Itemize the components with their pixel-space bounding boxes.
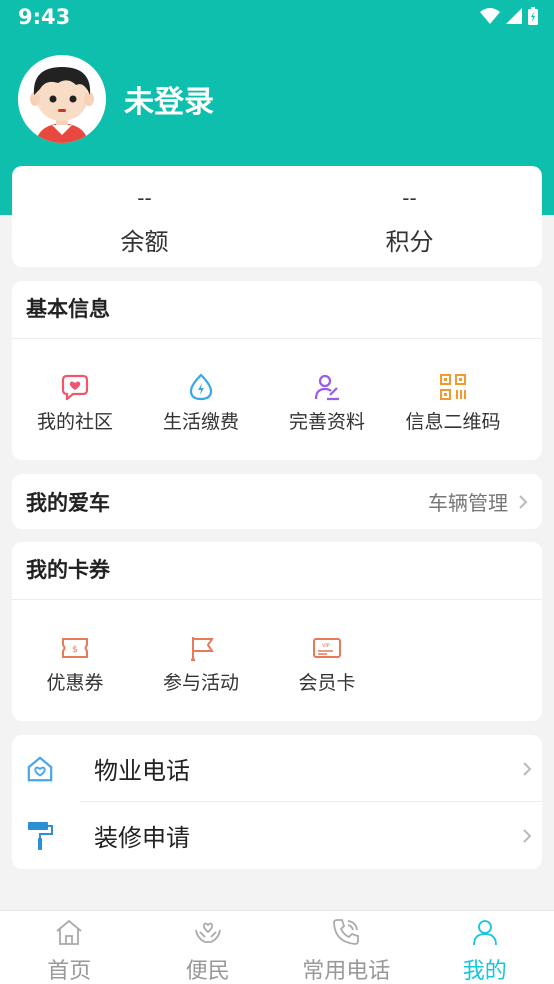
coupons-grid: $ 优惠券 参与活动 VIP 会员卡 — [12, 600, 542, 695]
tab-home[interactable]: 首页 — [0, 911, 139, 984]
coupon-icon: $ — [62, 638, 88, 658]
profile-header[interactable]: 未登录 — [18, 55, 214, 143]
heart-chat-icon — [61, 374, 89, 400]
status-time: 9:43 — [18, 5, 71, 29]
join-activity-label: 参与活动 — [162, 672, 239, 694]
chevron-right-icon — [523, 761, 532, 776]
tab-common-phones-label: 常用电话 — [302, 959, 391, 984]
info-qrcode-label: 信息二维码 — [405, 411, 501, 433]
my-coupons-card: 我的卡券 $ 优惠券 参与活动 VIP 会员卡 — [12, 542, 542, 721]
tab-convenience[interactable]: 便民 — [139, 911, 278, 984]
coupon-item[interactable]: $ 优惠券 — [12, 600, 138, 695]
basic-info-grid: 我的社区 生活缴费 完善资料 信息二维码 — [12, 339, 542, 434]
property-phone-label: 物业电话 — [94, 757, 190, 785]
balance-label: 余额 — [120, 228, 169, 256]
coupon-label: 优惠券 — [46, 672, 104, 694]
my-coupons-title: 我的卡券 — [26, 558, 110, 582]
complete-profile-item[interactable]: 完善资料 — [264, 339, 390, 434]
life-payment-label: 生活缴费 — [162, 411, 239, 433]
my-community-label: 我的社区 — [36, 411, 113, 433]
chevron-right-icon — [523, 828, 532, 843]
balance-item[interactable]: -- 余额 — [12, 166, 277, 267]
points-label: 积分 — [385, 228, 434, 256]
flag-icon — [191, 637, 214, 661]
basic-info-title: 基本信息 — [26, 297, 110, 321]
tab-common-phones[interactable]: 常用电话 — [277, 911, 416, 984]
battery-icon — [528, 7, 538, 25]
status-bar: 9:43 — [0, 0, 554, 34]
points-value: -- — [402, 186, 417, 210]
water-bolt-icon — [189, 373, 213, 401]
bottom-tab-bar: 首页 便民 常用电话 我的 — [0, 910, 554, 984]
signal-icon — [506, 8, 522, 24]
my-car-title: 我的爱车 — [26, 490, 110, 515]
phone-icon — [333, 919, 360, 945]
avatar[interactable] — [18, 55, 106, 143]
renovation-application-row[interactable]: 装修申请 — [12, 802, 542, 869]
tab-mine-label: 我的 — [462, 959, 507, 984]
basic-info-card: 基本信息 我的社区 生活缴费 完善资料 信息二维码 — [12, 281, 542, 460]
home-icon — [56, 919, 82, 945]
status-icons — [480, 7, 538, 25]
info-qrcode-item[interactable]: 信息二维码 — [390, 339, 516, 434]
hands-heart-icon — [194, 922, 221, 943]
points-item[interactable]: -- 积分 — [277, 166, 542, 267]
svg-text:$: $ — [72, 645, 78, 655]
user-edit-icon — [314, 374, 339, 401]
tab-mine[interactable]: 我的 — [416, 911, 554, 984]
vehicle-management-label: 车辆管理 — [428, 491, 508, 515]
wifi-icon — [480, 8, 500, 24]
property-phone-row[interactable]: 物业电话 — [12, 735, 542, 802]
join-activity-item[interactable]: 参与活动 — [138, 600, 264, 695]
chevron-right-icon — [519, 494, 528, 509]
member-card-item[interactable]: VIP 会员卡 — [264, 600, 390, 695]
my-community-item[interactable]: 我的社区 — [12, 339, 138, 434]
house-heart-icon — [27, 755, 53, 781]
tab-convenience-label: 便民 — [185, 959, 230, 984]
vip-card-icon: VIP — [313, 638, 341, 658]
tab-home-label: 首页 — [47, 959, 92, 984]
vehicle-management-link[interactable]: 车辆管理 — [428, 487, 528, 516]
user-icon — [472, 920, 497, 946]
life-payment-item[interactable]: 生活缴费 — [138, 339, 264, 434]
paint-roller-icon — [28, 821, 53, 850]
complete-profile-label: 完善资料 — [288, 411, 365, 433]
my-car-row[interactable]: 我的爱车 车辆管理 — [12, 474, 542, 529]
member-card-label: 会员卡 — [298, 672, 356, 694]
renovation-application-label: 装修申请 — [94, 824, 190, 852]
svg-text:VIP: VIP — [322, 643, 330, 649]
balance-value: -- — [137, 186, 152, 210]
balance-card: -- 余额 -- 积分 — [12, 166, 542, 267]
login-status-text[interactable]: 未登录 — [124, 77, 214, 121]
services-card: 物业电话 装修申请 — [12, 735, 542, 869]
qrcode-icon — [440, 374, 466, 400]
